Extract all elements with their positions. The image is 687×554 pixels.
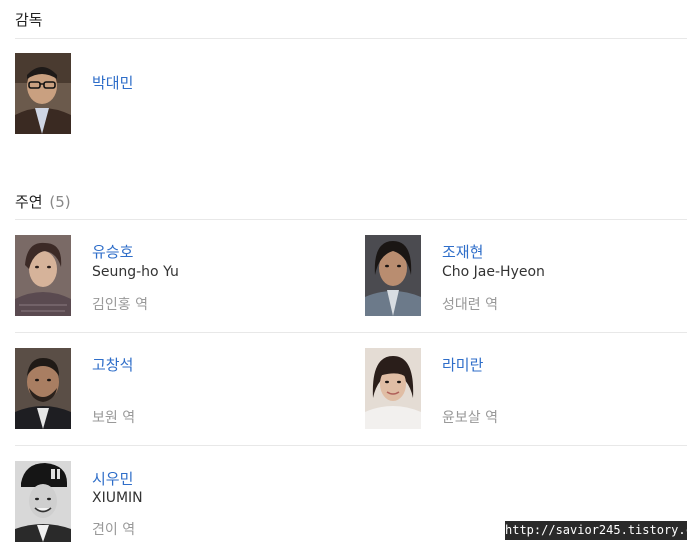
portrait-image xyxy=(365,348,421,429)
director-section-title: 감독 xyxy=(15,10,43,30)
cast-section-title: 주연 (5) xyxy=(15,192,71,212)
portrait-image xyxy=(15,53,71,134)
actor-name-link-1[interactable]: 유승호 xyxy=(92,242,133,262)
cast-title-label: 주연 xyxy=(15,193,43,211)
cast-count: (5) xyxy=(49,193,71,211)
director-divider xyxy=(15,38,687,39)
director-photo[interactable] xyxy=(15,53,71,134)
blog-watermark: http://savior245.tistory.com xyxy=(505,521,687,540)
actor-name-link-5[interactable]: 시우민 xyxy=(92,469,133,489)
actor-english-name-1: Seung-ho Yu xyxy=(92,264,179,280)
actor-photo-1[interactable] xyxy=(15,235,71,316)
actor-role-4: 윤보살 역 xyxy=(442,410,498,426)
actor-role-1: 김인홍 역 xyxy=(92,297,148,313)
portrait-image xyxy=(15,235,71,316)
portrait-image xyxy=(15,348,71,429)
actor-english-name-5: XIUMIN xyxy=(92,490,143,506)
director-title-label: 감독 xyxy=(15,11,43,29)
actor-name-link-2[interactable]: 조재현 xyxy=(442,242,483,262)
actor-photo-4[interactable] xyxy=(365,348,421,429)
actor-role-3: 보원 역 xyxy=(92,410,136,426)
portrait-image xyxy=(15,461,71,542)
director-name-link[interactable]: 박대민 xyxy=(92,73,133,93)
cast-divider xyxy=(15,219,687,220)
cast-row-divider-2 xyxy=(15,445,687,446)
actor-role-2: 성대련 역 xyxy=(442,297,498,313)
cast-row-divider-1 xyxy=(15,332,687,333)
actor-photo-3[interactable] xyxy=(15,348,71,429)
actor-name-link-4[interactable]: 라미란 xyxy=(442,355,483,375)
actor-role-5: 견이 역 xyxy=(92,522,136,538)
actor-photo-5[interactable] xyxy=(15,461,71,542)
actor-english-name-2: Cho Jae-Hyeon xyxy=(442,264,545,280)
portrait-image xyxy=(365,235,421,316)
cast-crew-page: 감독 박대민 주연 (5) 유승호 Seung-ho Yu 김인홍 역 조재현 … xyxy=(0,0,687,554)
actor-name-link-3[interactable]: 고창석 xyxy=(92,355,133,375)
actor-photo-2[interactable] xyxy=(365,235,421,316)
